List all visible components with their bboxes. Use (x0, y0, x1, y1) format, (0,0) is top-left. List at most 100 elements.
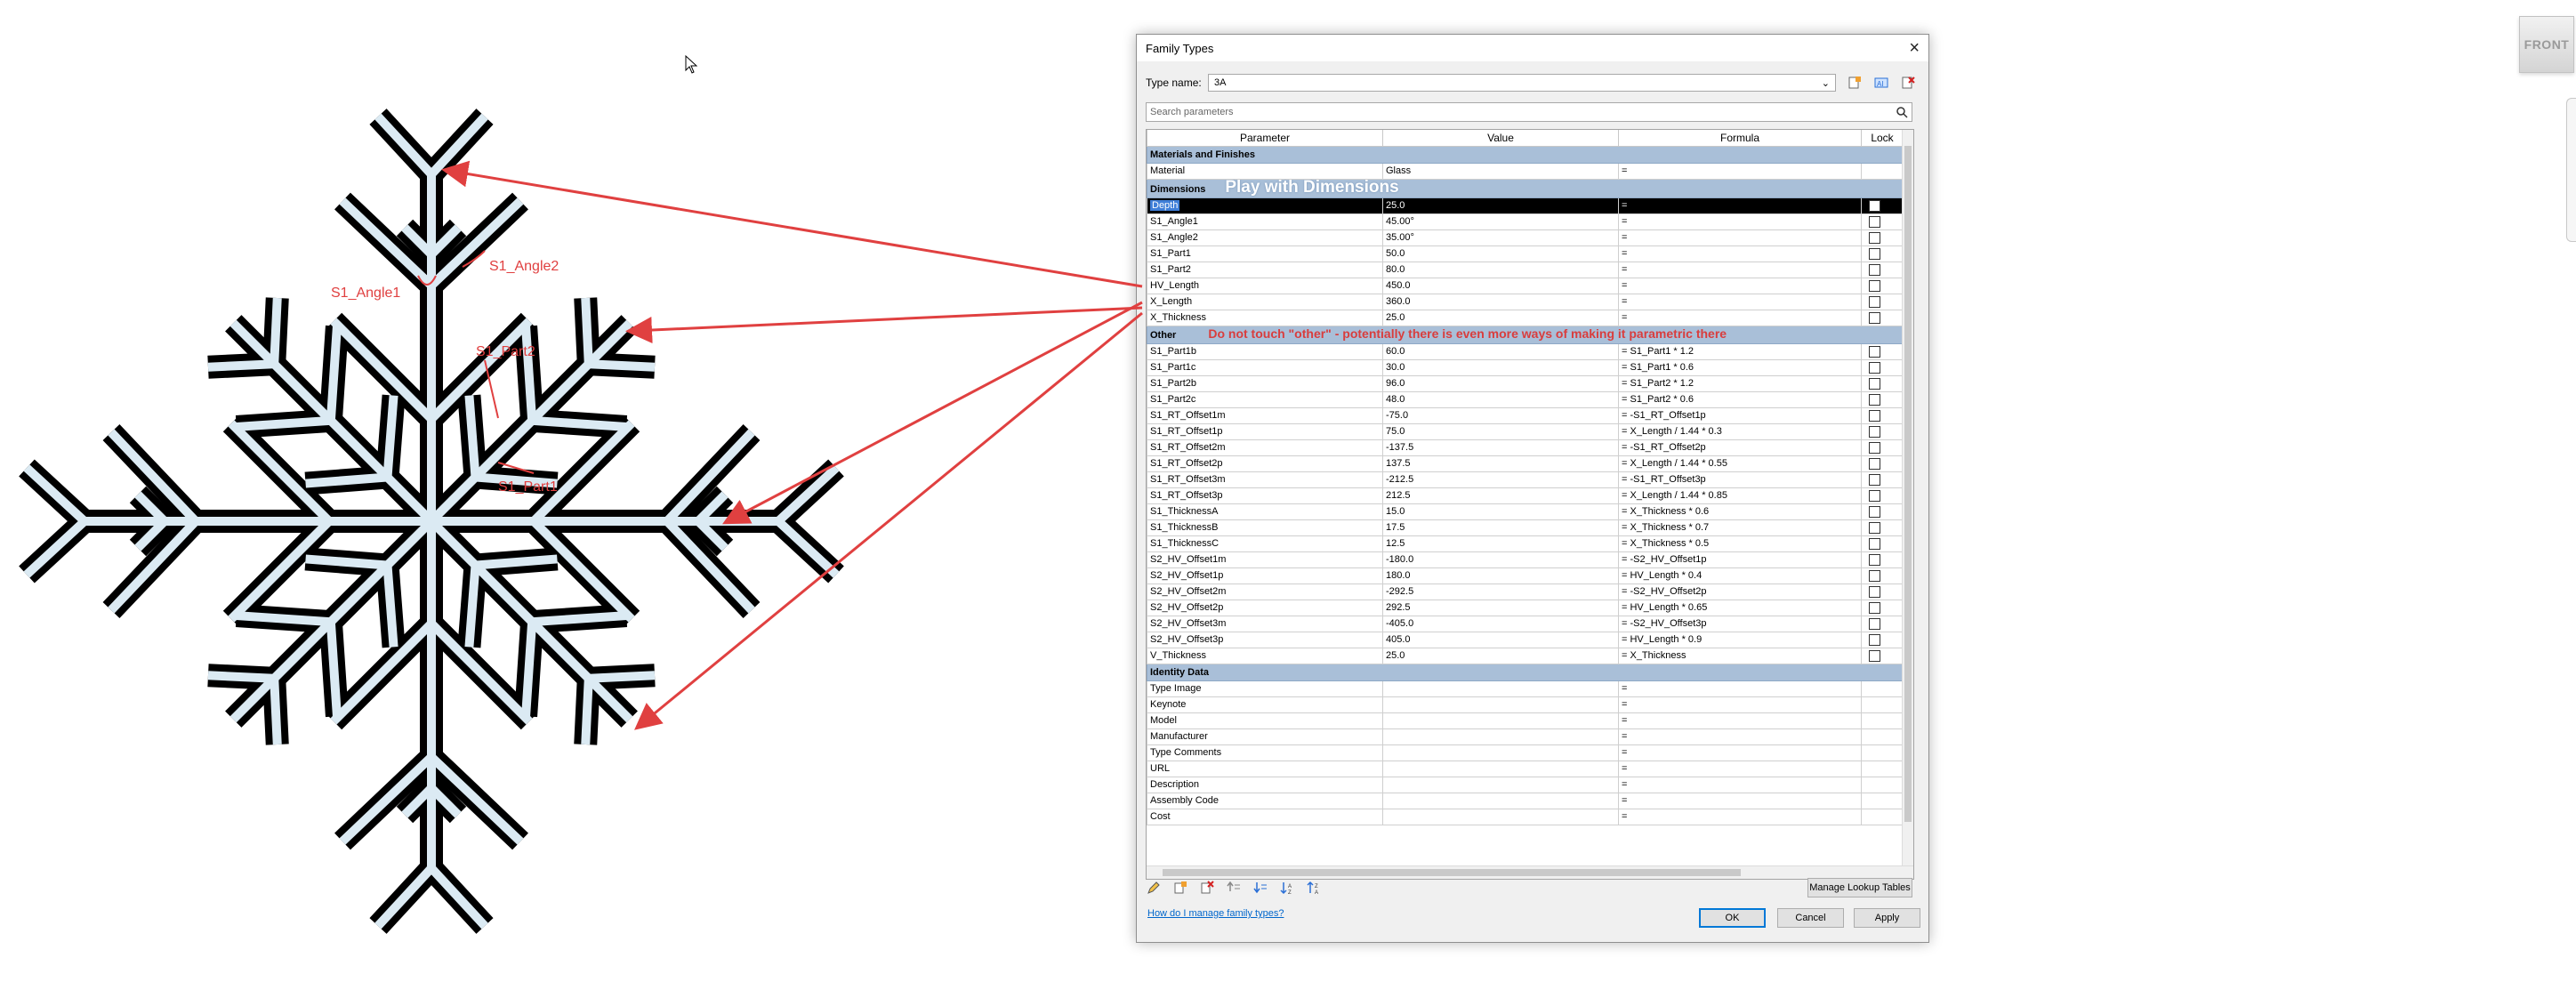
parameter-name-cell[interactable]: S1_Part2 (1147, 262, 1383, 278)
group-header-row[interactable]: Materials and Finishes (1147, 146, 1904, 164)
lock-checkbox[interactable] (1869, 601, 1880, 614)
lock-checkbox[interactable] (1869, 393, 1880, 406)
parameter-name-cell[interactable]: Description (1147, 777, 1383, 793)
parameter-value-cell[interactable]: 180.0 (1382, 567, 1619, 584)
type-name-select[interactable]: 3A ⌄ (1208, 74, 1836, 92)
table-row[interactable]: S1_RT_Offset1p 75.0 = X_Length / 1.44 * 0.… (1147, 423, 1904, 440)
table-row[interactable]: Type Image = (1147, 680, 1904, 697)
parameter-formula-cell[interactable]: = X_Thickness * 0.6 (1618, 503, 1862, 520)
table-row[interactable]: X_Length 360.0 = (1147, 294, 1904, 310)
lock-checkbox[interactable] (1869, 377, 1880, 390)
parameter-value-cell[interactable]: 75.0 (1382, 423, 1619, 440)
delete-type-icon[interactable] (1900, 75, 1916, 91)
column-header-lock[interactable]: Lock (1861, 130, 1904, 147)
horizontal-scroll-thumb[interactable] (1163, 869, 1741, 876)
parameter-formula-cell[interactable]: = (1618, 229, 1862, 246)
parameter-name-cell[interactable]: Type Image (1147, 680, 1383, 697)
column-header-value[interactable]: Value (1382, 130, 1619, 147)
parameter-value-cell[interactable] (1382, 680, 1619, 697)
parameter-value-cell[interactable]: 405.0 (1382, 632, 1619, 648)
parameter-formula-cell[interactable]: = S1_Part1 * 1.2 (1618, 343, 1862, 360)
column-header-parameter[interactable]: Parameter (1147, 130, 1383, 147)
parameter-value-cell[interactable]: 45.00° (1382, 213, 1619, 230)
table-row[interactable]: S1_Part1c 30.0 = S1_Part1 * 0.6 (1147, 359, 1904, 376)
parameter-formula-cell[interactable]: = -S2_HV_Offset2p (1618, 583, 1862, 600)
table-row[interactable]: V_Thickness 25.0 = X_Thickness (1147, 648, 1904, 664)
lock-checkbox[interactable] (1869, 521, 1880, 534)
lock-checkbox[interactable] (1869, 311, 1880, 324)
new-type-icon[interactable] (1847, 75, 1863, 91)
table-row[interactable]: HV_Length 450.0 = (1147, 278, 1904, 294)
parameter-formula-cell[interactable]: = (1618, 728, 1862, 745)
parameter-value-cell[interactable] (1382, 712, 1619, 729)
parameter-value-cell[interactable]: 30.0 (1382, 359, 1619, 376)
parameter-name-cell[interactable]: S1_RT_Offset2m (1147, 439, 1383, 456)
table-row[interactable]: Description = (1147, 777, 1904, 793)
table-row[interactable]: S1_ThicknessB 17.5 = X_Thickness * 0.7 (1147, 519, 1904, 536)
parameter-formula-cell[interactable]: = -S2_HV_Offset1p (1618, 551, 1862, 568)
lock-checkbox[interactable] (1869, 215, 1880, 228)
vertical-scroll-thumb[interactable] (1904, 146, 1912, 822)
parameter-formula-cell[interactable]: = (1618, 163, 1862, 180)
parameter-name-cell[interactable]: X_Thickness (1147, 310, 1383, 326)
parameter-name-cell[interactable]: S1_Part1 (1147, 245, 1383, 262)
parameter-name-cell[interactable]: S2_HV_Offset2m (1147, 583, 1383, 600)
table-row[interactable]: S1_RT_Offset2m -137.5 = -S1_RT_Offset2p (1147, 439, 1904, 456)
parameter-value-cell[interactable] (1382, 761, 1619, 777)
search-parameters-input[interactable]: Search parameters (1146, 102, 1912, 122)
parameter-value-cell[interactable] (1382, 809, 1619, 825)
table-row[interactable]: S1_RT_Offset3m -212.5 = -S1_RT_Offset3p (1147, 471, 1904, 488)
parameter-formula-cell[interactable]: = X_Length / 1.44 * 0.3 (1618, 423, 1862, 440)
parameter-formula-cell[interactable]: = HV_Length * 0.65 (1618, 600, 1862, 616)
group-header-row[interactable]: Dimensions Play with Dimensions (1147, 179, 1904, 198)
parameter-name-cell[interactable]: Depth (1147, 197, 1383, 214)
column-header-formula[interactable]: Formula (1618, 130, 1862, 147)
parameter-value-cell[interactable]: 50.0 (1382, 245, 1619, 262)
parameter-formula-cell[interactable]: = -S1_RT_Offset2p (1618, 439, 1862, 456)
table-row[interactable]: S2_HV_Offset2p 292.5 = HV_Length * 0.65 (1147, 600, 1904, 616)
parameter-name-cell[interactable]: S1_RT_Offset3p (1147, 487, 1383, 504)
table-row[interactable]: S2_HV_Offset3m -405.0 = -S2_HV_Offset3p (1147, 616, 1904, 632)
parameter-formula-cell[interactable]: = S1_Part2 * 1.2 (1618, 375, 1862, 392)
parameter-formula-cell[interactable]: = (1618, 278, 1862, 294)
table-row[interactable]: Cost = (1147, 809, 1904, 825)
ok-button[interactable]: OK (1699, 908, 1766, 928)
parameter-value-cell[interactable]: 96.0 (1382, 375, 1619, 392)
parameter-value-cell[interactable]: 15.0 (1382, 503, 1619, 520)
parameter-formula-cell[interactable]: = (1618, 696, 1862, 713)
parameter-name-cell[interactable]: Model (1147, 712, 1383, 729)
parameter-name-cell[interactable]: Assembly Code (1147, 793, 1383, 809)
lock-checkbox[interactable] (1869, 633, 1880, 646)
lock-checkbox[interactable] (1869, 617, 1880, 630)
parameter-value-cell[interactable] (1382, 728, 1619, 745)
parameter-name-cell[interactable]: S1_Part2b (1147, 375, 1383, 392)
parameter-formula-cell[interactable]: = (1618, 197, 1862, 214)
parameter-value-cell[interactable]: 80.0 (1382, 262, 1619, 278)
table-row[interactable]: Assembly Code = (1147, 793, 1904, 809)
sort-descending-icon[interactable]: ZA (1306, 880, 1322, 896)
table-row[interactable]: S1_Angle2 35.00° = (1147, 229, 1904, 246)
table-row[interactable]: Depth 25.0 = (1147, 197, 1904, 214)
parameter-formula-cell[interactable]: = -S1_RT_Offset3p (1618, 471, 1862, 488)
lock-checkbox[interactable] (1869, 247, 1880, 260)
lock-checkbox[interactable] (1869, 537, 1880, 550)
table-row[interactable]: Model = (1147, 712, 1904, 729)
parameter-formula-cell[interactable]: = HV_Length * 0.9 (1618, 632, 1862, 648)
parameter-value-cell[interactable] (1382, 777, 1619, 793)
parameter-name-cell[interactable]: Type Comments (1147, 744, 1383, 761)
parameter-name-cell[interactable]: S1_ThicknessB (1147, 519, 1383, 536)
parameter-formula-cell[interactable]: = (1618, 245, 1862, 262)
parameter-name-cell[interactable]: S2_HV_Offset2p (1147, 600, 1383, 616)
parameter-formula-cell[interactable]: = (1618, 680, 1862, 697)
parameter-formula-cell[interactable]: = S1_Part2 * 0.6 (1618, 391, 1862, 408)
table-row[interactable]: X_Thickness 25.0 = (1147, 310, 1904, 326)
parameter-name-cell[interactable]: S1_RT_Offset3m (1147, 471, 1383, 488)
parameter-name-cell[interactable]: S1_ThicknessA (1147, 503, 1383, 520)
table-row[interactable]: S1_ThicknessA 15.0 = X_Thickness * 0.6 (1147, 503, 1904, 520)
table-row[interactable]: Material Glass = (1147, 163, 1904, 180)
snowflake[interactable] (27, 117, 836, 926)
lock-checkbox[interactable] (1869, 489, 1880, 502)
lock-checkbox[interactable] (1869, 649, 1880, 662)
lock-checkbox[interactable] (1869, 263, 1880, 276)
parameter-value-cell[interactable]: 25.0 (1382, 197, 1619, 214)
